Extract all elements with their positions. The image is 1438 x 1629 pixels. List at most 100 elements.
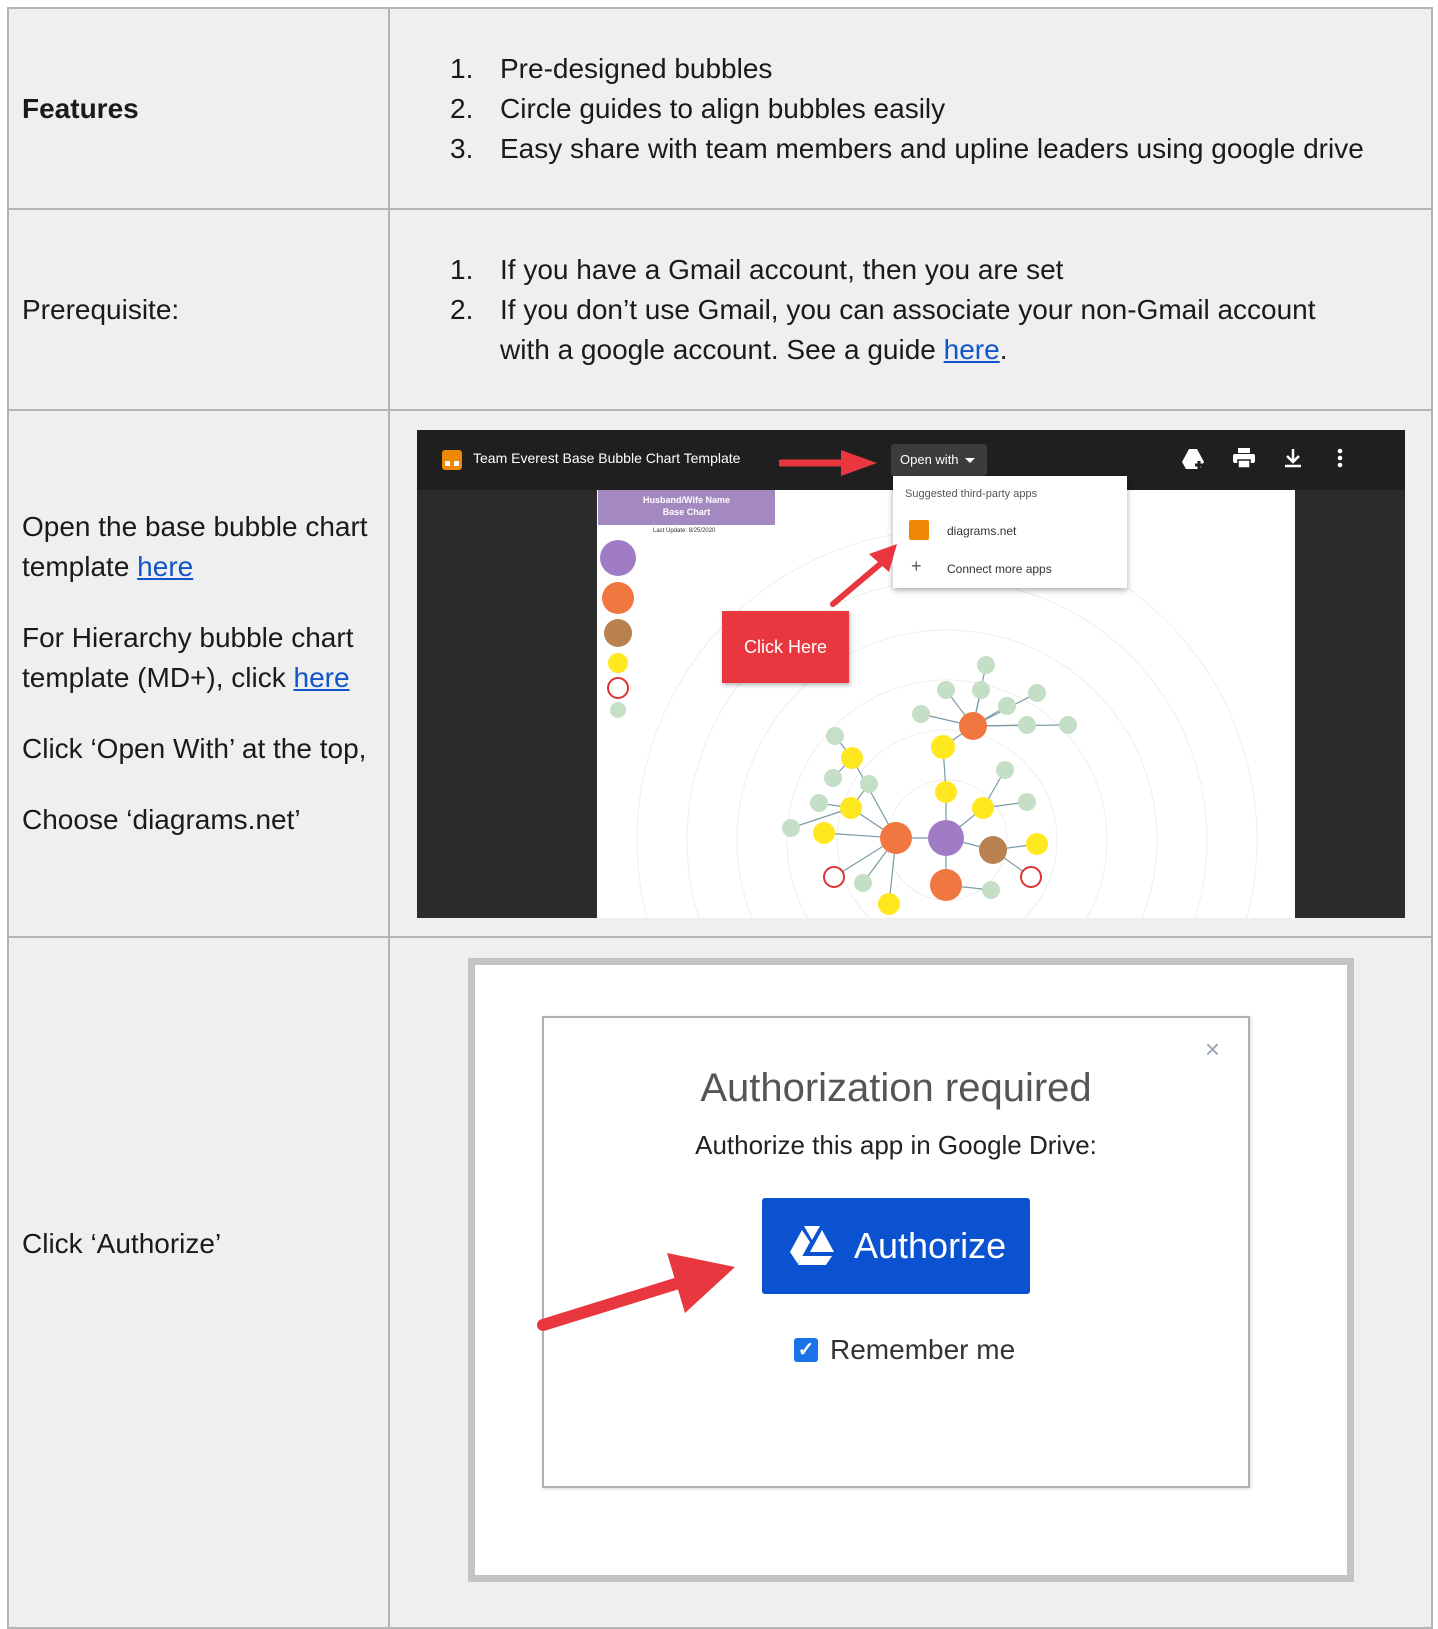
prerequisite-label: Prerequisite: [22,293,180,325]
list-number: 1. [450,52,474,84]
menu-item-connect-apps[interactable]: Connect more apps [947,562,1052,576]
list-item: 3. Easy share with team members and uplin… [390,129,1411,169]
screenshot-frame: × Authorization required Authorize this … [475,965,1347,1575]
header-line2: Base Chart [662,506,711,517]
caret-down-icon [964,457,975,463]
list-text: Circle guides to align bubbles easily [500,92,946,124]
graph-node [998,696,1016,715]
list-number: 3. [450,132,474,164]
download-icon[interactable] [1284,448,1302,474]
screenshot1-cell: Team Everest Base Bubble Chart Template … [388,409,1433,938]
list-item: 1. Pre-designed bubbles [390,49,1411,89]
graph-node [1018,715,1036,734]
list-number: 1. [450,253,474,285]
legend-bubble [610,701,626,718]
close-icon[interactable]: × [1205,1034,1220,1065]
graph-node [935,780,957,803]
instruction-open-template: Open the base bubble chart template here [22,507,388,587]
diagrams-app-icon [909,519,929,540]
graph-node [937,680,955,699]
table-row: Click ‘Authorize’ × Authorization requir… [7,936,1433,1629]
features-label: Features [22,92,139,124]
menu-header: Suggested third-party apps [905,487,1038,500]
header-line1: Husband/Wife Name [643,494,730,505]
instruction-hierarchy-template: For Hierarchy bubble chart template (MD+… [22,618,388,698]
prerequisite-list: 1. If you have a Gmail account, then you … [390,250,1411,370]
authorize-label-cell: Click ‘Authorize’ [7,936,390,1629]
graph-node [931,734,955,759]
graph-node [823,865,845,888]
open-with-menu: Suggested third-party apps diagrams.net … [893,475,1127,588]
legend-bubble [608,652,628,673]
table-row: Open the base bubble chart template here… [7,409,1433,938]
more-options-icon[interactable] [1337,448,1343,474]
graph-node [813,821,835,844]
instruction-open-with: Click ‘Open With’ at the top, [22,733,367,764]
dialog-subtitle: Authorize this app in Google Drive: [695,1130,1097,1160]
list-text-continued: with a google account. See a guide [500,333,944,365]
graph-node [977,655,995,674]
list-item: 2. Circle guides to align bubbles easily [390,89,1411,129]
graph-node [1028,683,1046,702]
instructions-cell: Open the base bubble chart template here… [7,409,390,938]
legend-bubble [604,618,632,647]
graph-node [979,835,1007,864]
remember-me-checkbox[interactable]: ✓ [794,1338,818,1362]
graph-node [826,726,844,745]
list-number: 2. [450,92,474,124]
open-with-button[interactable]: Open with [891,443,987,476]
drive-preview-screenshot: Team Everest Base Bubble Chart Template … [417,429,1405,918]
graph-node [782,818,800,837]
list-text: If you don’t use Gmail, you can associat… [500,293,1316,325]
hierarchy-template-link[interactable]: here [294,662,350,693]
list-text-period: . [999,333,1008,365]
callout-arrow-icon [830,543,897,607]
graph-node [878,892,900,915]
graph-node [1020,865,1042,888]
list-item: 1. If you have a Gmail account, then you … [390,250,1411,290]
click-here-callout: Click Here [722,610,849,683]
features-list-cell: 1. Pre-designed bubbles 2. Circle guides t… [388,7,1433,210]
list-item: 2. If you don’t use Gmail, you can associ… [390,290,1411,370]
authorize-button-label: Authorize [854,1225,1007,1266]
remember-me-label: Remember me [830,1334,1016,1365]
red-arrow-icon [779,449,877,476]
graph-node [1026,832,1048,855]
list-text: Pre-designed bubbles [500,52,773,84]
table-row: Features 1. Pre-designed bubbles 2. Circle… [7,7,1433,210]
print-icon[interactable] [1233,447,1255,474]
google-drive-icon [790,1226,834,1265]
graph-node [840,796,862,819]
chart-header-box: Husband/Wife Name Base Chart [598,489,775,525]
guide-circle [636,529,1258,918]
guide-link[interactable]: here [944,334,1000,365]
instruction-choose-app: Choose ‘diagrams.net’ [22,804,301,835]
graph-node [959,711,987,740]
graph-node [912,704,930,723]
open-with-label: Open with [900,451,959,467]
graph-node [810,793,828,812]
menu-item-diagrams[interactable]: diagrams.net [947,524,1016,538]
authorize-label: Click ‘Authorize’ [22,1228,222,1259]
graph-node [972,796,994,819]
legend-bubble [607,676,629,699]
file-title: Team Everest Base Bubble Chart Template [473,449,741,466]
base-template-link[interactable]: here [137,551,193,582]
graph-node [841,746,863,769]
list-text: If you have a Gmail account, then you ar… [500,253,1064,285]
last-update-text: Last Update: 8/25/2020 [653,527,716,534]
graph-node [1018,792,1036,811]
graph-node [880,821,912,854]
add-to-drive-icon[interactable] [1181,448,1205,476]
features-label-cell: Features [7,7,390,210]
graph-node [824,768,842,787]
instruction-text: Open the base bubble chart template [22,511,368,582]
content-table: Features 1. Pre-designed bubbles 2. Circle… [7,7,1433,1629]
graph-node [854,873,872,892]
diagrams-logo-icon [442,449,462,470]
graph-node [982,880,1000,899]
prerequisite-label-cell: Prerequisite: [7,208,390,411]
screenshot2-cell: × Authorization required Authorize this … [388,936,1433,1629]
graph-node [1059,715,1077,734]
graph-node [972,680,990,699]
